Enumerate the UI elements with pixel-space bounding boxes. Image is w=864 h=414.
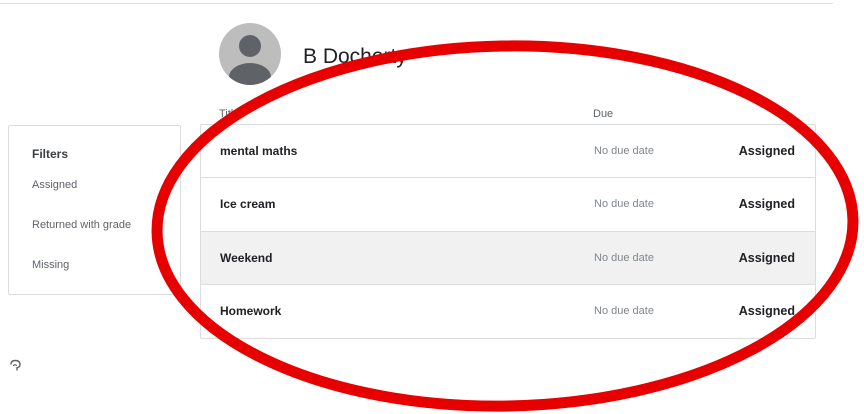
person-icon: [229, 35, 271, 85]
table-row[interactable]: mental maths No due date Assigned: [201, 125, 815, 179]
assignment-table: mental maths No due date Assigned Ice cr…: [200, 124, 816, 339]
assignment-status: Assigned: [738, 197, 795, 212]
table-row[interactable]: Homework No due date Assigned: [201, 285, 815, 338]
assignment-status: Assigned: [738, 250, 795, 265]
assignment-title: Weekend: [220, 250, 273, 265]
filters-panel: Filters Assigned Returned with grade Mis…: [8, 125, 181, 295]
assignment-status: Assigned: [738, 303, 795, 318]
table-row[interactable]: Ice cream No due date Assigned: [201, 178, 815, 232]
filter-missing[interactable]: Missing: [32, 259, 69, 271]
assignment-status: Assigned: [738, 144, 795, 158]
filters-heading: Filters: [32, 147, 69, 161]
avatar: [219, 23, 281, 85]
assignment-due: No due date: [594, 304, 654, 317]
assignment-due: No due date: [594, 198, 654, 211]
table-row[interactable]: Weekend No due date Assigned: [201, 231, 815, 285]
help-icon[interactable]: [9, 359, 23, 373]
filter-assigned[interactable]: Assigned: [32, 179, 77, 191]
column-header-due: Due: [593, 108, 614, 120]
column-header-title: Title: [219, 108, 240, 120]
student-name: B Docherty: [303, 45, 407, 68]
assignment-due: No due date: [594, 251, 654, 264]
top-divider: [0, 3, 833, 4]
assignment-title: Ice cream: [220, 197, 276, 212]
assignment-title: mental maths: [220, 144, 298, 158]
filter-returned-with-grade[interactable]: Returned with grade: [32, 219, 131, 231]
assignment-due: No due date: [594, 145, 654, 157]
assignment-title: Homework: [220, 303, 282, 318]
